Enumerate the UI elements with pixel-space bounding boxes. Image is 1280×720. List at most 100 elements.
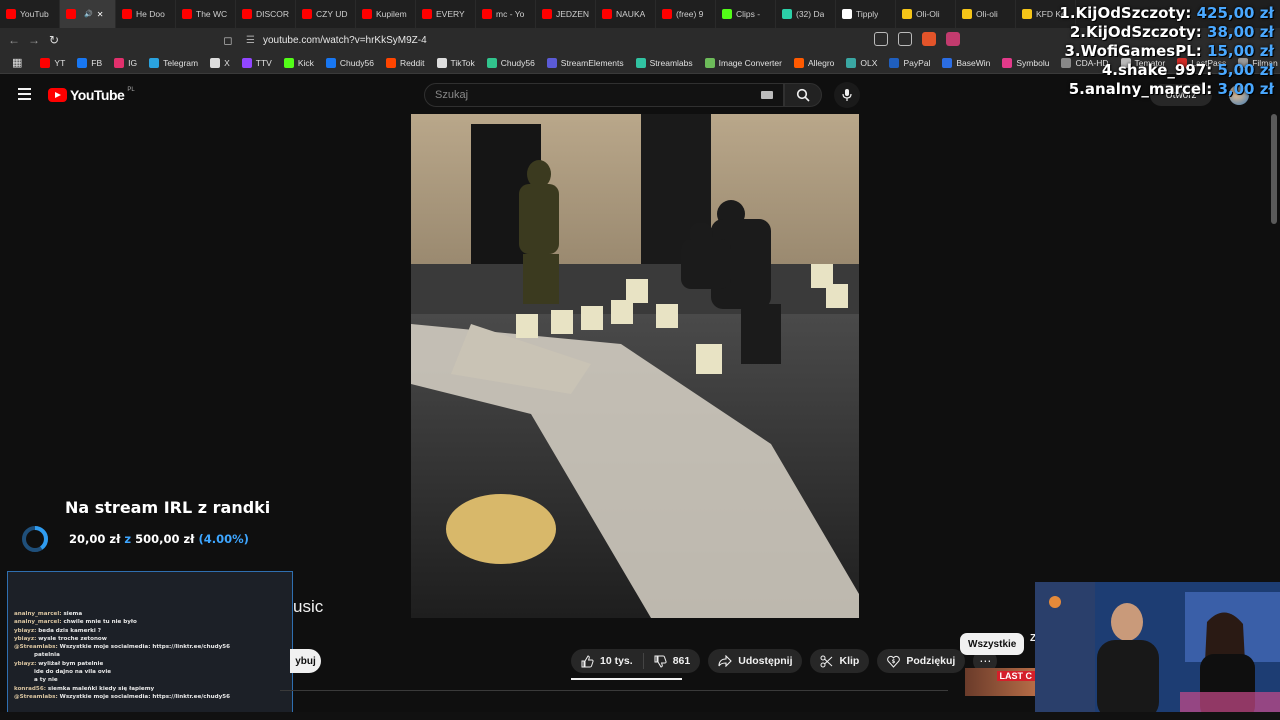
chat-message: ybiayz: wyliżał bym patelnie	[14, 660, 230, 668]
browser-tab[interactable]: (free) 9	[656, 0, 716, 28]
browser-tab[interactable]: DISCOR	[236, 0, 296, 28]
browser-tab[interactable]: JEDZEN	[536, 0, 596, 28]
bookmark-item[interactable]: FB	[71, 57, 108, 68]
browser-tab[interactable]: He Doo	[116, 0, 176, 28]
menu-icon[interactable]	[18, 88, 31, 100]
forward-icon[interactable]: →	[24, 30, 44, 50]
super-thanks-icon: $	[887, 655, 901, 668]
bookmark-favicon-icon	[546, 57, 557, 68]
bookmark-star-icon[interactable]: ◻	[218, 30, 238, 50]
subscribe-button[interactable]: ybuj	[290, 649, 321, 673]
bookmark-item[interactable]: Symbolu	[996, 57, 1055, 68]
share-icon[interactable]	[898, 32, 912, 46]
bookmark-favicon-icon	[793, 57, 804, 68]
browser-tab[interactable]: Tipply	[836, 0, 896, 28]
bookmark-item[interactable]: Chudy56	[320, 57, 380, 68]
browser-tab[interactable]: YouTub	[0, 0, 60, 28]
bookmark-label: Streamlabs	[649, 57, 693, 68]
bookmark-item[interactable]: X	[204, 57, 236, 68]
chat-message: ybiayz: wysle troche zetonow	[14, 635, 230, 643]
bookmark-label: Telegram	[163, 57, 199, 68]
recommended-thumbnail[interactable]: LAST C	[965, 668, 1037, 696]
clip-button[interactable]: Klip	[810, 649, 870, 673]
leaderboard-name: 5.analny_marcel:	[1068, 80, 1213, 98]
brave-shield-icon[interactable]	[922, 32, 936, 46]
bookmark-item[interactable]: Reddit	[380, 57, 431, 68]
site-info-icon[interactable]: ☰	[246, 35, 255, 46]
keyboard-icon[interactable]	[761, 91, 773, 99]
tab-favicon-icon	[782, 9, 792, 19]
apps-grid-icon[interactable]: ▦	[6, 56, 34, 69]
tab-label: EVERY	[436, 9, 465, 19]
donation-leaderboard: 1.KijOdSzczoty: 425,00 zł 2.KijOdSzczoty:…	[1059, 4, 1274, 99]
bookmark-item[interactable]: BaseWin	[936, 57, 996, 68]
browser-tab[interactable]: Kupilem	[356, 0, 416, 28]
bookmark-label: BaseWin	[956, 57, 991, 68]
bookmark-label: TikTok	[450, 57, 475, 68]
screen-cast-icon[interactable]	[874, 32, 888, 46]
page-scrollbar[interactable]	[1271, 114, 1277, 224]
like-button[interactable]: 10 tys.	[571, 649, 643, 673]
bookmark-item[interactable]: Telegram	[143, 57, 204, 68]
browser-tab[interactable]: mc - Yo	[476, 0, 536, 28]
bookmark-item[interactable]: TikTok	[431, 57, 481, 68]
dislike-button[interactable]: 861	[644, 649, 701, 673]
bookmark-favicon-icon	[283, 57, 294, 68]
bookmark-item[interactable]: OLX	[840, 57, 883, 68]
bookmark-item[interactable]: Image Converter	[699, 57, 788, 68]
share-button[interactable]: Udostępnij	[708, 649, 803, 673]
leaderboard-row: 4.shake_997: 5,00 zł	[1059, 61, 1274, 80]
bookmark-item[interactable]: PayPal	[883, 57, 936, 68]
chat-message: a ty nie	[14, 676, 230, 684]
bookmark-favicon-icon	[704, 57, 715, 68]
close-tab-icon[interactable]: ✕	[97, 10, 104, 19]
browser-tab[interactable]: Oli-Oli	[896, 0, 956, 28]
tab-audio-icon[interactable]: 🔊	[84, 10, 93, 18]
chat-text: a ty nie	[34, 677, 58, 684]
leaderboard-row: 1.KijOdSzczoty: 425,00 zł	[1059, 4, 1274, 23]
back-icon[interactable]: ←	[4, 30, 24, 50]
bookmark-item[interactable]: Chudy56	[481, 57, 541, 68]
chat-text: beda dzis kamerki ?	[38, 627, 101, 634]
thanks-button[interactable]: $ Podziękuj	[877, 649, 966, 673]
bookmark-favicon-icon	[942, 57, 953, 68]
leaderboard-name: 2.KijOdSzczoty:	[1069, 23, 1202, 41]
bookmark-item[interactable]: TTV	[236, 57, 278, 68]
browser-tab[interactable]: The WC	[176, 0, 236, 28]
bookmark-label: Chudy56	[500, 57, 535, 68]
bookmark-item[interactable]: YT	[34, 57, 71, 68]
bookmark-item[interactable]: StreamElements	[541, 57, 630, 68]
browser-tab[interactable]: EVERY	[416, 0, 476, 28]
tab-favicon-icon	[182, 9, 192, 19]
youtube-logo[interactable]: YouTube PL	[48, 87, 135, 103]
bookmark-favicon-icon	[846, 57, 857, 68]
bookmark-item[interactable]: Kick	[278, 57, 320, 68]
bookmark-item[interactable]: Allegro	[788, 57, 840, 68]
svg-text:$: $	[892, 659, 896, 665]
browser-tab[interactable]: 🔊 ✕	[60, 0, 116, 28]
bookmark-label: X	[224, 57, 230, 68]
browser-tab[interactable]: Clips -	[716, 0, 776, 28]
chip-all[interactable]: Wszystkie	[960, 633, 1025, 655]
search-input[interactable]: Szukaj	[424, 83, 784, 107]
search-button[interactable]	[784, 83, 822, 107]
chat-text: chwile mnie tu nie było	[63, 619, 137, 626]
bookmark-favicon-icon	[40, 57, 51, 68]
chat-text: Wszystkie moje socialmedia: https://link…	[59, 693, 231, 700]
bookmark-label: OLX	[860, 57, 878, 68]
bookmark-item[interactable]: IG	[108, 57, 143, 68]
brave-rewards-icon[interactable]	[946, 32, 960, 46]
webcam-scene	[1035, 582, 1280, 720]
video-player[interactable]	[411, 114, 859, 618]
reload-icon[interactable]: ↻	[44, 30, 64, 50]
voice-search-button[interactable]	[834, 82, 860, 108]
browser-tab[interactable]: (32) Da	[776, 0, 836, 28]
chat-text: patelnia	[34, 652, 60, 659]
browser-tab[interactable]: CZY UD	[296, 0, 356, 28]
leaderboard-amount: 38,00 zł	[1207, 23, 1274, 41]
browser-tab[interactable]: NAUKA	[596, 0, 656, 28]
chat-text: wysle troche zetonow	[38, 635, 107, 642]
browser-tab[interactable]: Oli-oli	[956, 0, 1016, 28]
tab-favicon-icon	[66, 9, 76, 19]
bookmark-item[interactable]: Streamlabs	[630, 57, 699, 68]
